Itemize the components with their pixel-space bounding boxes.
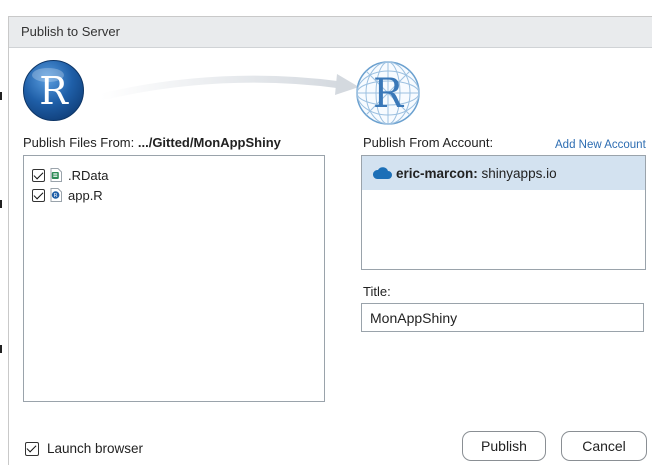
launch-browser-checkbox[interactable]: [25, 441, 39, 456]
r-logo-letter: R: [39, 69, 69, 113]
title-input[interactable]: [361, 303, 644, 332]
file-name: .RData: [68, 167, 109, 183]
cancel-button[interactable]: Cancel: [561, 431, 647, 461]
r-logo-icon: R: [23, 60, 84, 121]
publish-arrow-icon: [101, 74, 359, 101]
svg-text:R: R: [54, 193, 58, 199]
background-edge-mark: [0, 200, 2, 208]
dialog-title: Publish to Server: [21, 24, 120, 39]
publish-button[interactable]: Publish: [462, 431, 546, 461]
file-checkbox[interactable]: [32, 188, 45, 202]
publish-files-path: .../Gitted/MonAppShiny: [137, 135, 281, 150]
cloud-icon: [372, 167, 392, 179]
launch-browser-option[interactable]: Launch browser: [25, 441, 143, 456]
files-list: .RData R app.R: [23, 155, 325, 402]
rdata-file-icon: [50, 168, 62, 182]
add-new-account-link[interactable]: Add New Account: [555, 139, 646, 151]
launch-browser-label: Launch browser: [47, 441, 144, 456]
r-file-icon: R: [50, 188, 62, 202]
publish-account-label: Publish From Account:: [363, 135, 494, 150]
publish-dialog: Publish to Server R R Publish Files From…: [8, 16, 652, 465]
account-server: shinyapps.io: [477, 165, 557, 181]
file-item-rdata[interactable]: .RData: [32, 166, 108, 184]
background-edge-mark: [0, 345, 2, 353]
dialog-titlebar: Publish to Server: [9, 17, 652, 48]
publish-files-label-prefix: Publish Files From:: [23, 135, 138, 150]
account-user: eric-marcon:: [396, 165, 478, 181]
file-name: app.R: [68, 187, 103, 203]
r-globe-logo-icon: R: [356, 61, 420, 125]
title-label: Title:: [363, 284, 391, 299]
background-edge-mark: [0, 92, 2, 100]
account-list: eric-marcon: shinyapps.io: [361, 155, 646, 270]
file-checkbox[interactable]: [32, 168, 45, 182]
publish-files-label: Publish Files From: .../Gitted/MonAppShi…: [23, 135, 281, 150]
account-item[interactable]: eric-marcon: shinyapps.io: [362, 156, 645, 190]
r-globe-logo-letter: R: [373, 71, 405, 117]
file-item-app-r[interactable]: R app.R: [32, 186, 103, 204]
